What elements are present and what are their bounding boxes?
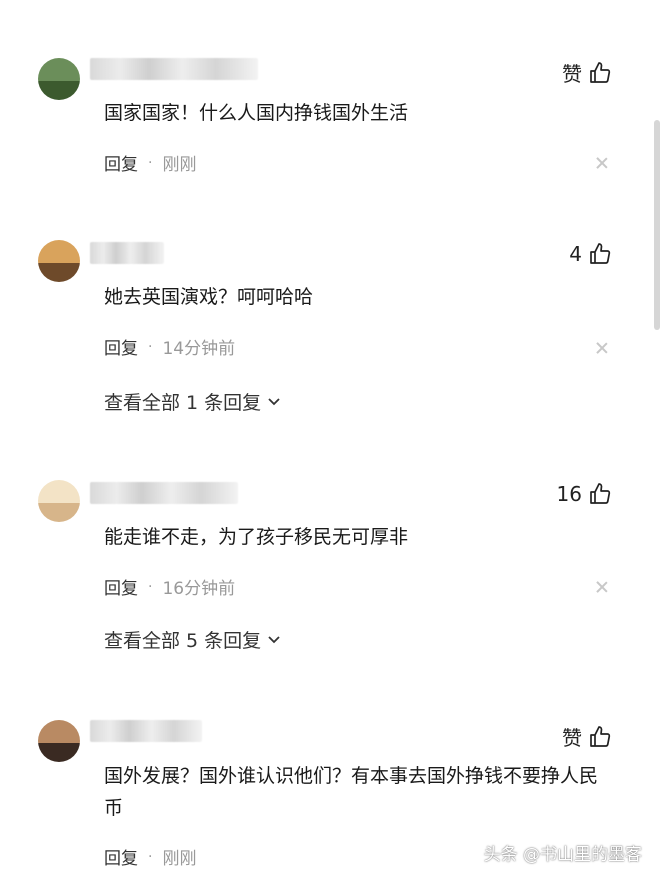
comment-text: 国家国家！什么人国内挣钱国外生活 (104, 102, 409, 124)
separator-dot: · (148, 154, 153, 171)
view-all-replies-button[interactable]: 查看全部 5 条回复 (104, 626, 281, 653)
scrollbar[interactable] (654, 120, 660, 330)
like-button[interactable]: 4 (569, 242, 612, 266)
reply-button[interactable]: 回复 (104, 844, 138, 869)
thumbs-up-icon (590, 725, 611, 747)
username[interactable] (90, 58, 258, 80)
comment-meta: 回复 · 14分钟前 (104, 334, 236, 360)
reply-button[interactable]: 回复 (104, 150, 138, 175)
comment-meta: 回复 · 刚刚 (104, 844, 197, 870)
view-all-replies-label: 查看全部 5 条回复 (104, 630, 262, 652)
separator-dot: · (148, 578, 153, 595)
username[interactable] (90, 720, 202, 742)
comment-text: 国外发展？国外谁认识他们？有本事去国外挣钱不要挣人民币 (104, 765, 599, 819)
close-icon[interactable] (596, 581, 608, 593)
thumbs-up-icon (590, 61, 611, 83)
comment-text: 她去英国演戏？呵呵哈哈 (104, 286, 314, 308)
chevron-down-icon (268, 397, 280, 405)
avatar[interactable] (38, 240, 80, 282)
username[interactable] (90, 242, 164, 264)
like-count: 16 (556, 482, 582, 506)
like-button[interactable]: 赞 (562, 58, 612, 87)
comment-text: 能走谁不走，为了孩子移民无可厚非 (104, 526, 409, 548)
close-icon[interactable] (596, 157, 608, 169)
like-count: 赞 (562, 62, 582, 86)
chevron-down-icon (268, 635, 280, 643)
view-all-replies-label: 查看全部 1 条回复 (104, 392, 262, 414)
timestamp: 14分钟前 (162, 339, 236, 359)
watermark: 头条 @书山里的墨客 (483, 845, 642, 865)
timestamp: 刚刚 (162, 849, 197, 869)
comment-meta: 回复 · 16分钟前 (104, 574, 236, 600)
close-icon[interactable] (596, 342, 608, 354)
separator-dot: · (148, 338, 153, 355)
reply-button[interactable]: 回复 (104, 334, 138, 359)
avatar[interactable] (38, 720, 80, 762)
comment-meta: 回复 · 刚刚 (104, 150, 197, 176)
timestamp: 16分钟前 (162, 579, 236, 599)
timestamp: 刚刚 (162, 155, 197, 175)
view-all-replies-button[interactable]: 查看全部 1 条回复 (104, 388, 281, 415)
avatar[interactable] (38, 58, 80, 100)
thumbs-up-icon (590, 483, 611, 504)
reply-button[interactable]: 回复 (104, 574, 138, 599)
like-count: 赞 (562, 726, 582, 750)
like-button[interactable]: 16 (557, 482, 612, 506)
like-button[interactable]: 赞 (562, 722, 612, 751)
avatar[interactable] (38, 480, 80, 522)
like-count: 4 (569, 242, 582, 266)
username[interactable] (90, 482, 238, 504)
thumbs-up-icon (590, 243, 611, 264)
separator-dot: · (148, 848, 153, 865)
